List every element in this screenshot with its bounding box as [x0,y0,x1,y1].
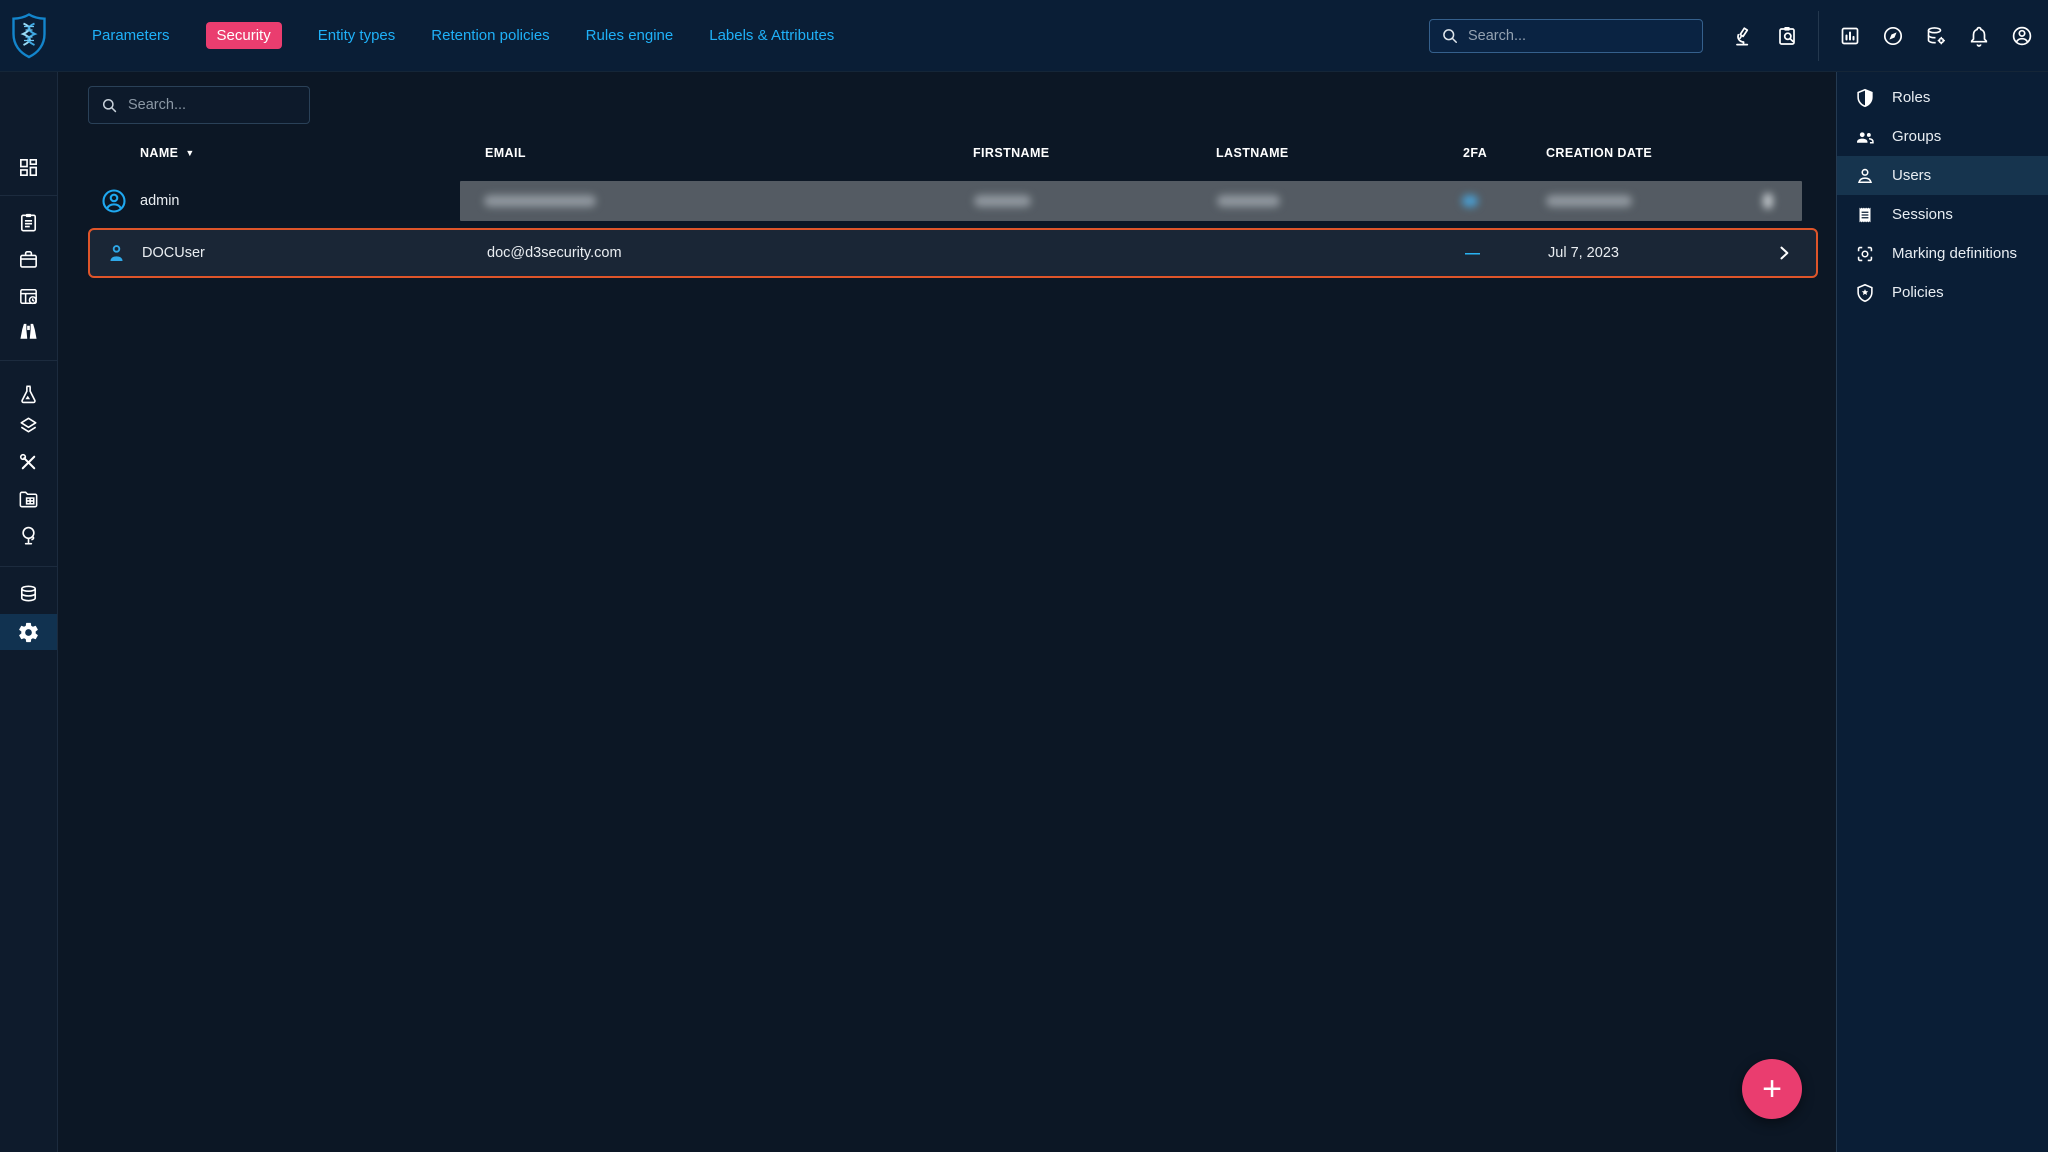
compass-icon[interactable] [1881,24,1905,48]
shield-half-icon [1854,87,1876,109]
redacted-chevron [1763,193,1773,209]
briefcase-icon [17,248,40,271]
submenu-label: Users [1892,167,1931,184]
sort-desc-icon: ▼ [185,148,194,158]
cell-name: admin [140,193,485,209]
submenu-item-marking-definitions[interactable]: Marking definitions [1837,234,2048,273]
table-row-admin[interactable]: admin [88,176,1818,226]
global-search-input[interactable] [1468,28,1678,44]
tools-icon [17,451,40,474]
column-header-name[interactable]: NAME ▼ [140,146,485,160]
sidebar-item-arsenal[interactable] [0,407,57,443]
sidebar-divider [0,566,57,567]
users-list-panel: NAME ▼ EMAIL FIRSTNAME LASTNAME 2FA CREA… [58,72,1836,1152]
column-header-firstname[interactable]: FIRSTNAME [973,146,1216,160]
tab-security[interactable]: Security [206,22,282,49]
sidebar-item-techniques[interactable] [0,444,57,480]
redacted-overlay [460,181,1802,221]
column-header-email[interactable]: EMAIL [485,146,973,160]
cell-name: DOCUser [142,245,487,261]
people-icon [1854,126,1876,148]
top-bar: Parameters Security Entity types Retenti… [0,0,2048,72]
submenu-label: Roles [1892,89,1930,106]
clipboard-search-icon[interactable] [1775,24,1799,48]
bell-icon[interactable] [1967,24,1991,48]
submenu-label: Sessions [1892,206,1953,223]
database-icon [17,583,40,606]
submenu-item-users[interactable]: Users [1837,156,2048,195]
add-user-button[interactable]: + [1742,1059,1802,1119]
timetable-icon [17,285,40,308]
sidebar-item-cases[interactable] [0,241,57,277]
account-circle-icon[interactable] [2010,24,2034,48]
sidebar-item-data[interactable] [0,576,57,612]
account-circle-icon [100,187,128,215]
redacted-creation-date [1546,195,1632,207]
database-gear-icon[interactable] [1924,24,1948,48]
folder-table-icon [17,488,40,511]
sidebar-divider [0,195,57,196]
tab-rules-engine[interactable]: Rules engine [586,27,674,44]
tab-labels-attributes[interactable]: Labels & Attributes [709,27,834,44]
search-icon [100,96,119,115]
bar-chart-icon[interactable] [1838,24,1862,48]
sidebar-item-dashboard[interactable] [0,149,57,185]
sidebar-item-settings[interactable] [0,614,57,650]
microscope-icon[interactable] [1732,24,1756,48]
dashboard-icon [17,156,40,179]
column-header-lastname[interactable]: LASTNAME [1216,146,1463,160]
header-actions [1429,11,2048,61]
cell-2fa: — [1465,245,1548,262]
settings-tabs-nav: Parameters Security Entity types Retenti… [92,22,834,49]
submenu-label: Policies [1892,284,1944,301]
binoculars-icon [17,320,40,343]
gear-icon [17,621,40,644]
submenu-item-sessions[interactable]: Sessions [1837,195,2048,234]
redacted-firstname [974,195,1031,207]
person-icon [104,241,129,266]
tab-retention-policies[interactable]: Retention policies [431,27,549,44]
sidebar-item-entities[interactable] [0,481,57,517]
search-icon [1440,26,1460,46]
layers-icon [17,414,40,437]
users-table-header: NAME ▼ EMAIL FIRSTNAME LASTNAME 2FA CREA… [88,138,1818,168]
shield-dna-logo-icon [9,12,49,60]
left-sidebar [0,72,58,1152]
receipt-icon [1854,204,1876,226]
submenu-label: Marking definitions [1892,245,2017,262]
submenu-label: Groups [1892,128,1941,145]
clipboard-text-icon [17,211,40,234]
sidebar-item-observations[interactable] [0,313,57,349]
column-header-creation-date[interactable]: CREATION DATE [1546,146,1772,160]
center-focus-icon [1854,243,1876,265]
sidebar-item-events[interactable] [0,278,57,314]
security-submenu: Roles Groups Users Sessions Marking defi… [1836,72,2048,1152]
submenu-item-policies[interactable]: Policies [1837,273,2048,312]
flask-icon [17,383,40,406]
users-table-body: admin DOCUser doc@d3security.com [88,176,1818,280]
sidebar-item-analyses[interactable] [0,204,57,240]
list-search-input[interactable] [128,97,298,113]
submenu-item-groups[interactable]: Groups [1837,117,2048,156]
tab-entity-types[interactable]: Entity types [318,27,396,44]
list-search-box [88,86,310,124]
redacted-email [484,195,596,207]
redacted-2fa [1462,195,1478,207]
redacted-lastname [1217,195,1280,207]
sidebar-divider [0,360,57,361]
tab-parameters[interactable]: Parameters [92,27,170,44]
table-row-docuser[interactable]: DOCUser doc@d3security.com — Jul 7, 2023 [88,228,1818,278]
globe-stand-icon [17,524,40,547]
cell-email: doc@d3security.com [487,245,975,261]
sidebar-item-locations[interactable] [0,517,57,553]
global-search-box [1429,19,1703,53]
app-logo[interactable] [0,0,58,72]
person-icon [1854,165,1876,187]
chevron-right-icon [1774,243,1794,263]
cell-creation-date: Jul 7, 2023 [1548,245,1774,261]
column-header-2fa[interactable]: 2FA [1463,146,1546,160]
shield-star-icon [1854,282,1876,304]
submenu-item-roles[interactable]: Roles [1837,78,2048,117]
header-divider [1818,11,1819,61]
